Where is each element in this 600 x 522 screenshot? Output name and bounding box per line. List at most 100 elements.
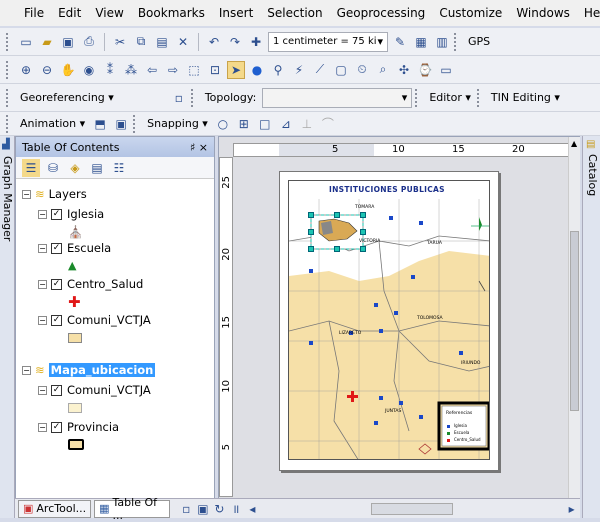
menu-view[interactable]: View: [95, 6, 123, 20]
find-route-icon[interactable]: ⚲: [269, 61, 287, 79]
go-to-xy-icon[interactable]: ✣: [395, 61, 413, 79]
scroll-left-icon[interactable]: ◂: [244, 500, 261, 518]
vertex-snapping-icon[interactable]: □: [256, 115, 274, 133]
collapse-icon[interactable]: −: [22, 365, 31, 375]
collapse-icon[interactable]: −: [22, 189, 31, 199]
horizontal-scroll-thumb[interactable]: [370, 502, 454, 515]
selection-handle[interactable]: [360, 212, 366, 218]
toolbar-grip[interactable]: [190, 88, 195, 107]
layers-group[interactable]: − ≋ Layers: [22, 187, 87, 201]
pan-icon[interactable]: ✋: [59, 61, 77, 79]
scroll-right-icon[interactable]: ▸: [563, 500, 580, 518]
map-frame[interactable]: INSTITUCIONES PUBLICAS TOMARA VICTORIA T…: [288, 180, 490, 460]
scale-dropdown[interactable]: 1 centimeter = 75 kilometer▾: [268, 31, 388, 52]
selection-handle[interactable]: [334, 246, 340, 252]
save-icon[interactable]: ▣: [59, 33, 77, 51]
toc-tab[interactable]: ▦ Table Of ...: [94, 496, 171, 522]
open-icon[interactable]: ▰: [38, 33, 56, 51]
vertical-scrollbar[interactable]: ▲: [568, 137, 580, 499]
snapping-menu[interactable]: Snapping ▾: [144, 117, 211, 130]
options-icon[interactable]: ☷: [110, 159, 128, 177]
intersection-snapping-icon[interactable]: ⊥: [298, 115, 316, 133]
capture-view-icon[interactable]: ⬒: [91, 115, 109, 133]
mapa-ubicacion-frame[interactable]: − ≋ Mapa_ubicacion: [22, 363, 156, 377]
viewer-icon[interactable]: ▭: [437, 61, 455, 79]
visibility-checkbox[interactable]: ✓: [51, 242, 62, 254]
graph-manager-tab[interactable]: ▟ Graph Manager: [0, 136, 15, 518]
layout-view-icon[interactable]: ▣: [195, 500, 212, 518]
collapse-icon[interactable]: −: [38, 422, 47, 432]
menu-bookmarks[interactable]: Bookmarks: [138, 6, 205, 20]
select-features-icon[interactable]: ⬚: [185, 61, 203, 79]
identify-icon[interactable]: ●: [248, 61, 266, 79]
animation-menu[interactable]: Animation ▾: [17, 117, 88, 130]
selection-handle[interactable]: [308, 229, 314, 235]
editor-toolbar-icon[interactable]: ✎: [391, 33, 409, 51]
selection-handle[interactable]: [334, 212, 340, 218]
new-icon[interactable]: ▭: [17, 33, 35, 51]
toolbar-grip[interactable]: [6, 32, 10, 51]
layer-centro-salud[interactable]: − ✓ Centro_Salud: [38, 277, 143, 291]
pause-icon[interactable]: ॥: [228, 500, 245, 518]
scroll-up-icon[interactable]: ▲: [571, 139, 577, 148]
toolbar-grip[interactable]: [454, 32, 458, 51]
toolbar-grip[interactable]: [6, 114, 10, 133]
delete-icon[interactable]: ✕: [174, 33, 192, 51]
selection-handle[interactable]: [360, 246, 366, 252]
menu-edit[interactable]: Edit: [58, 6, 81, 20]
toolbar-options-icon[interactable]: ▫: [170, 89, 188, 107]
toolbar-grip[interactable]: [476, 88, 481, 107]
sketch-snapping-icon[interactable]: ⌒: [319, 115, 337, 133]
layer-comuni-vctja-2[interactable]: − ✓ Comuni_VCTJA: [38, 383, 151, 397]
measure-icon[interactable]: ⟋: [311, 61, 329, 79]
catalog-tab[interactable]: ▤ Catalog: [582, 136, 600, 518]
menu-geoprocessing[interactable]: Geoprocessing: [337, 6, 426, 20]
topology-dropdown[interactable]: ▾: [262, 87, 413, 108]
layer-provincia[interactable]: − ✓ Provincia: [38, 420, 119, 434]
cut-icon[interactable]: ✂: [111, 33, 129, 51]
toolbar-grip[interactable]: [415, 88, 419, 107]
visibility-checkbox[interactable]: ✓: [51, 208, 62, 220]
menu-customize[interactable]: Customize: [439, 6, 502, 20]
paste-icon[interactable]: ▤: [153, 33, 171, 51]
menu-insert[interactable]: Insert: [219, 6, 253, 20]
undo-icon[interactable]: ↶: [205, 33, 223, 51]
tin-editing-menu[interactable]: TIN Editing ▾: [488, 91, 563, 104]
toolbar-grip[interactable]: [6, 60, 10, 79]
identify-results-icon[interactable]: ▦: [412, 33, 430, 51]
print-icon[interactable]: ⎙: [80, 33, 98, 51]
toolbar-grip[interactable]: [133, 114, 137, 133]
visibility-checkbox[interactable]: ✓: [51, 384, 62, 396]
select-elements-icon[interactable]: ➤: [227, 60, 245, 79]
zoom-out-icon[interactable]: ⊖: [38, 61, 56, 79]
selection-handle[interactable]: [308, 212, 314, 218]
menu-selection[interactable]: Selection: [267, 6, 322, 20]
menu-windows[interactable]: Windows: [516, 6, 570, 20]
html-popup-icon[interactable]: ▢: [332, 61, 350, 79]
list-by-drawing-order-icon[interactable]: ☰: [22, 158, 40, 177]
visibility-checkbox[interactable]: ✓: [51, 278, 62, 290]
collapse-icon[interactable]: −: [38, 243, 47, 253]
georeferencing-menu[interactable]: Georeferencing ▾: [17, 91, 117, 104]
collapse-icon[interactable]: −: [38, 279, 47, 289]
find-icon[interactable]: ⌕: [374, 61, 392, 79]
collapse-icon[interactable]: −: [38, 385, 47, 395]
list-by-visibility-icon[interactable]: ◈: [66, 159, 84, 177]
toolbar-grip[interactable]: [6, 88, 10, 107]
selection-handle[interactable]: [360, 229, 366, 235]
data-view-icon[interactable]: ▫: [178, 500, 195, 518]
refresh-icon[interactable]: ↻: [211, 500, 228, 518]
list-by-source-icon[interactable]: ⛁: [44, 159, 62, 177]
visibility-checkbox[interactable]: ✓: [51, 421, 62, 433]
copy-icon[interactable]: ⧉: [132, 33, 150, 51]
scroll-thumb[interactable]: [570, 231, 579, 411]
redo-icon[interactable]: ↷: [226, 33, 244, 51]
collapse-icon[interactable]: −: [38, 315, 47, 325]
arctoolbox-tab[interactable]: ▣ ArcTool...: [18, 499, 92, 518]
visibility-checkbox[interactable]: ✓: [51, 314, 62, 326]
point-snapping-icon[interactable]: ○: [214, 115, 232, 133]
menu-help[interactable]: Help: [584, 6, 600, 20]
clear-selection-icon[interactable]: ⊡: [206, 61, 224, 79]
list-by-selection-icon[interactable]: ▤: [88, 159, 106, 177]
collapse-icon[interactable]: −: [38, 209, 47, 219]
